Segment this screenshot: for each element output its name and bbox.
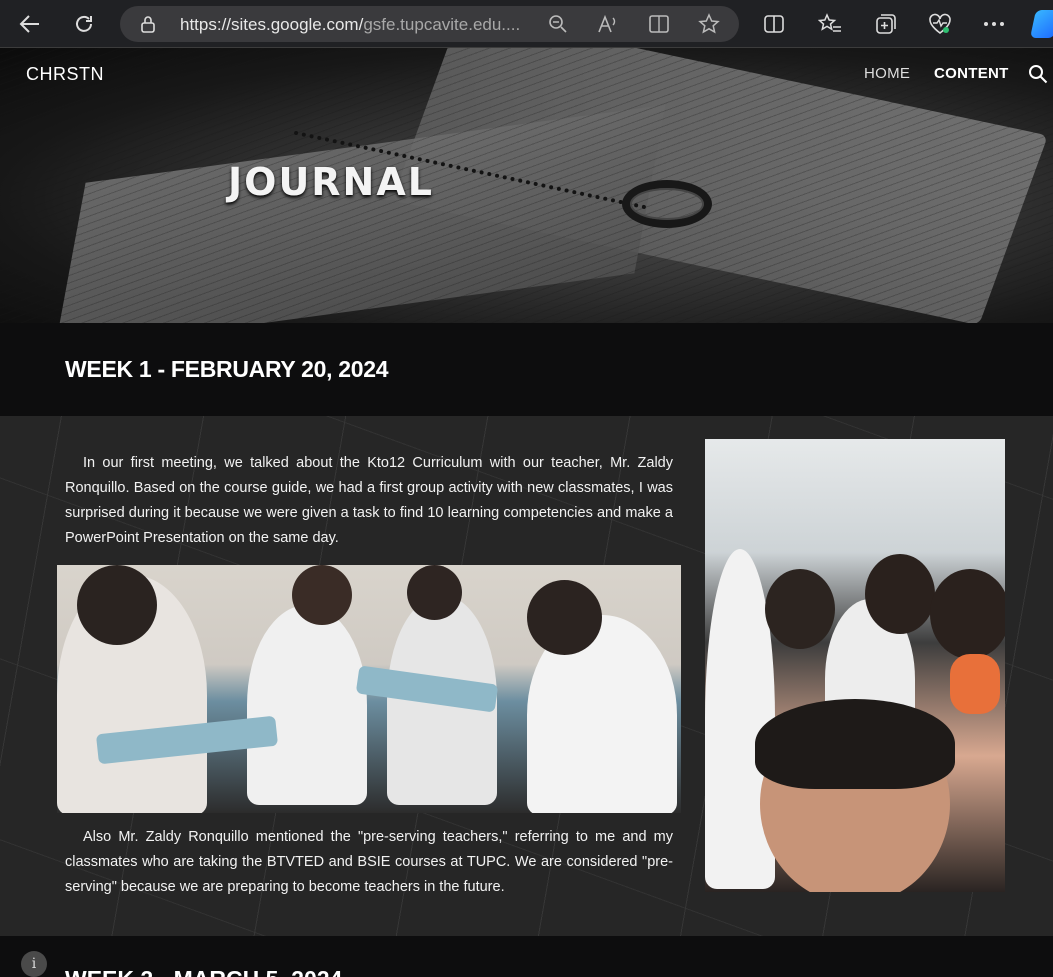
url-domain: https://sites.google.com/ — [180, 15, 364, 34]
split-screen-icon[interactable] — [762, 12, 786, 36]
zoom-out-icon[interactable] — [546, 12, 570, 36]
selfie-photo — [705, 439, 1005, 892]
photo-figure — [77, 565, 157, 645]
photo-figure — [755, 699, 955, 789]
back-icon[interactable] — [14, 8, 46, 40]
url-text[interactable]: https://sites.google.com/gsfe.tupcavite.… — [180, 15, 540, 35]
hero-banner — [0, 48, 1053, 323]
photo-figure — [930, 569, 1005, 659]
refresh-icon[interactable] — [68, 8, 100, 40]
photo-figure — [527, 580, 602, 655]
lock-icon[interactable] — [140, 15, 156, 38]
address-bar[interactable]: https://sites.google.com/gsfe.tupcavite.… — [120, 6, 739, 42]
week1-paragraph-1: In our first meeting, we talked about th… — [65, 455, 673, 546]
search-icon[interactable] — [1028, 64, 1048, 89]
photo-accent — [950, 654, 1000, 714]
browser-toolbar: https://sites.google.com/gsfe.tupcavite.… — [0, 0, 1053, 48]
photo-figure — [247, 605, 367, 805]
immersive-reader-icon[interactable] — [647, 12, 671, 36]
photo-figure — [407, 565, 462, 620]
week2-title: WEEK 2 - MARCH 5, 2024 — [65, 966, 342, 977]
nav-content[interactable]: CONTENT — [934, 65, 1009, 82]
hero-overlay — [0, 48, 1053, 323]
nav-home[interactable]: HOME — [864, 65, 910, 82]
photo-figure — [865, 554, 935, 634]
collections-icon[interactable] — [874, 12, 898, 36]
copilot-icon[interactable] — [1030, 10, 1053, 38]
read-aloud-icon[interactable] — [596, 12, 620, 36]
browser-essentials-icon[interactable] — [928, 12, 952, 36]
week1-title: WEEK 1 - FEBRUARY 20, 2024 — [65, 356, 389, 382]
info-icon[interactable]: i — [21, 951, 47, 977]
week1-paragraph-2: Also Mr. Zaldy Ronquillo mentioned the "… — [65, 829, 673, 895]
favorites-icon[interactable] — [818, 12, 842, 36]
photo-figure — [765, 569, 835, 649]
photo-figure — [705, 549, 775, 889]
more-icon[interactable] — [982, 12, 1006, 36]
url-path: gsfe.tupcavite.edu.... — [363, 15, 521, 34]
classroom-photo — [57, 565, 681, 813]
photo-figure — [292, 565, 352, 625]
favorite-icon[interactable] — [697, 12, 721, 36]
page-title: JOURNAL — [228, 160, 434, 204]
site-title[interactable]: CHRSTN — [26, 64, 104, 85]
